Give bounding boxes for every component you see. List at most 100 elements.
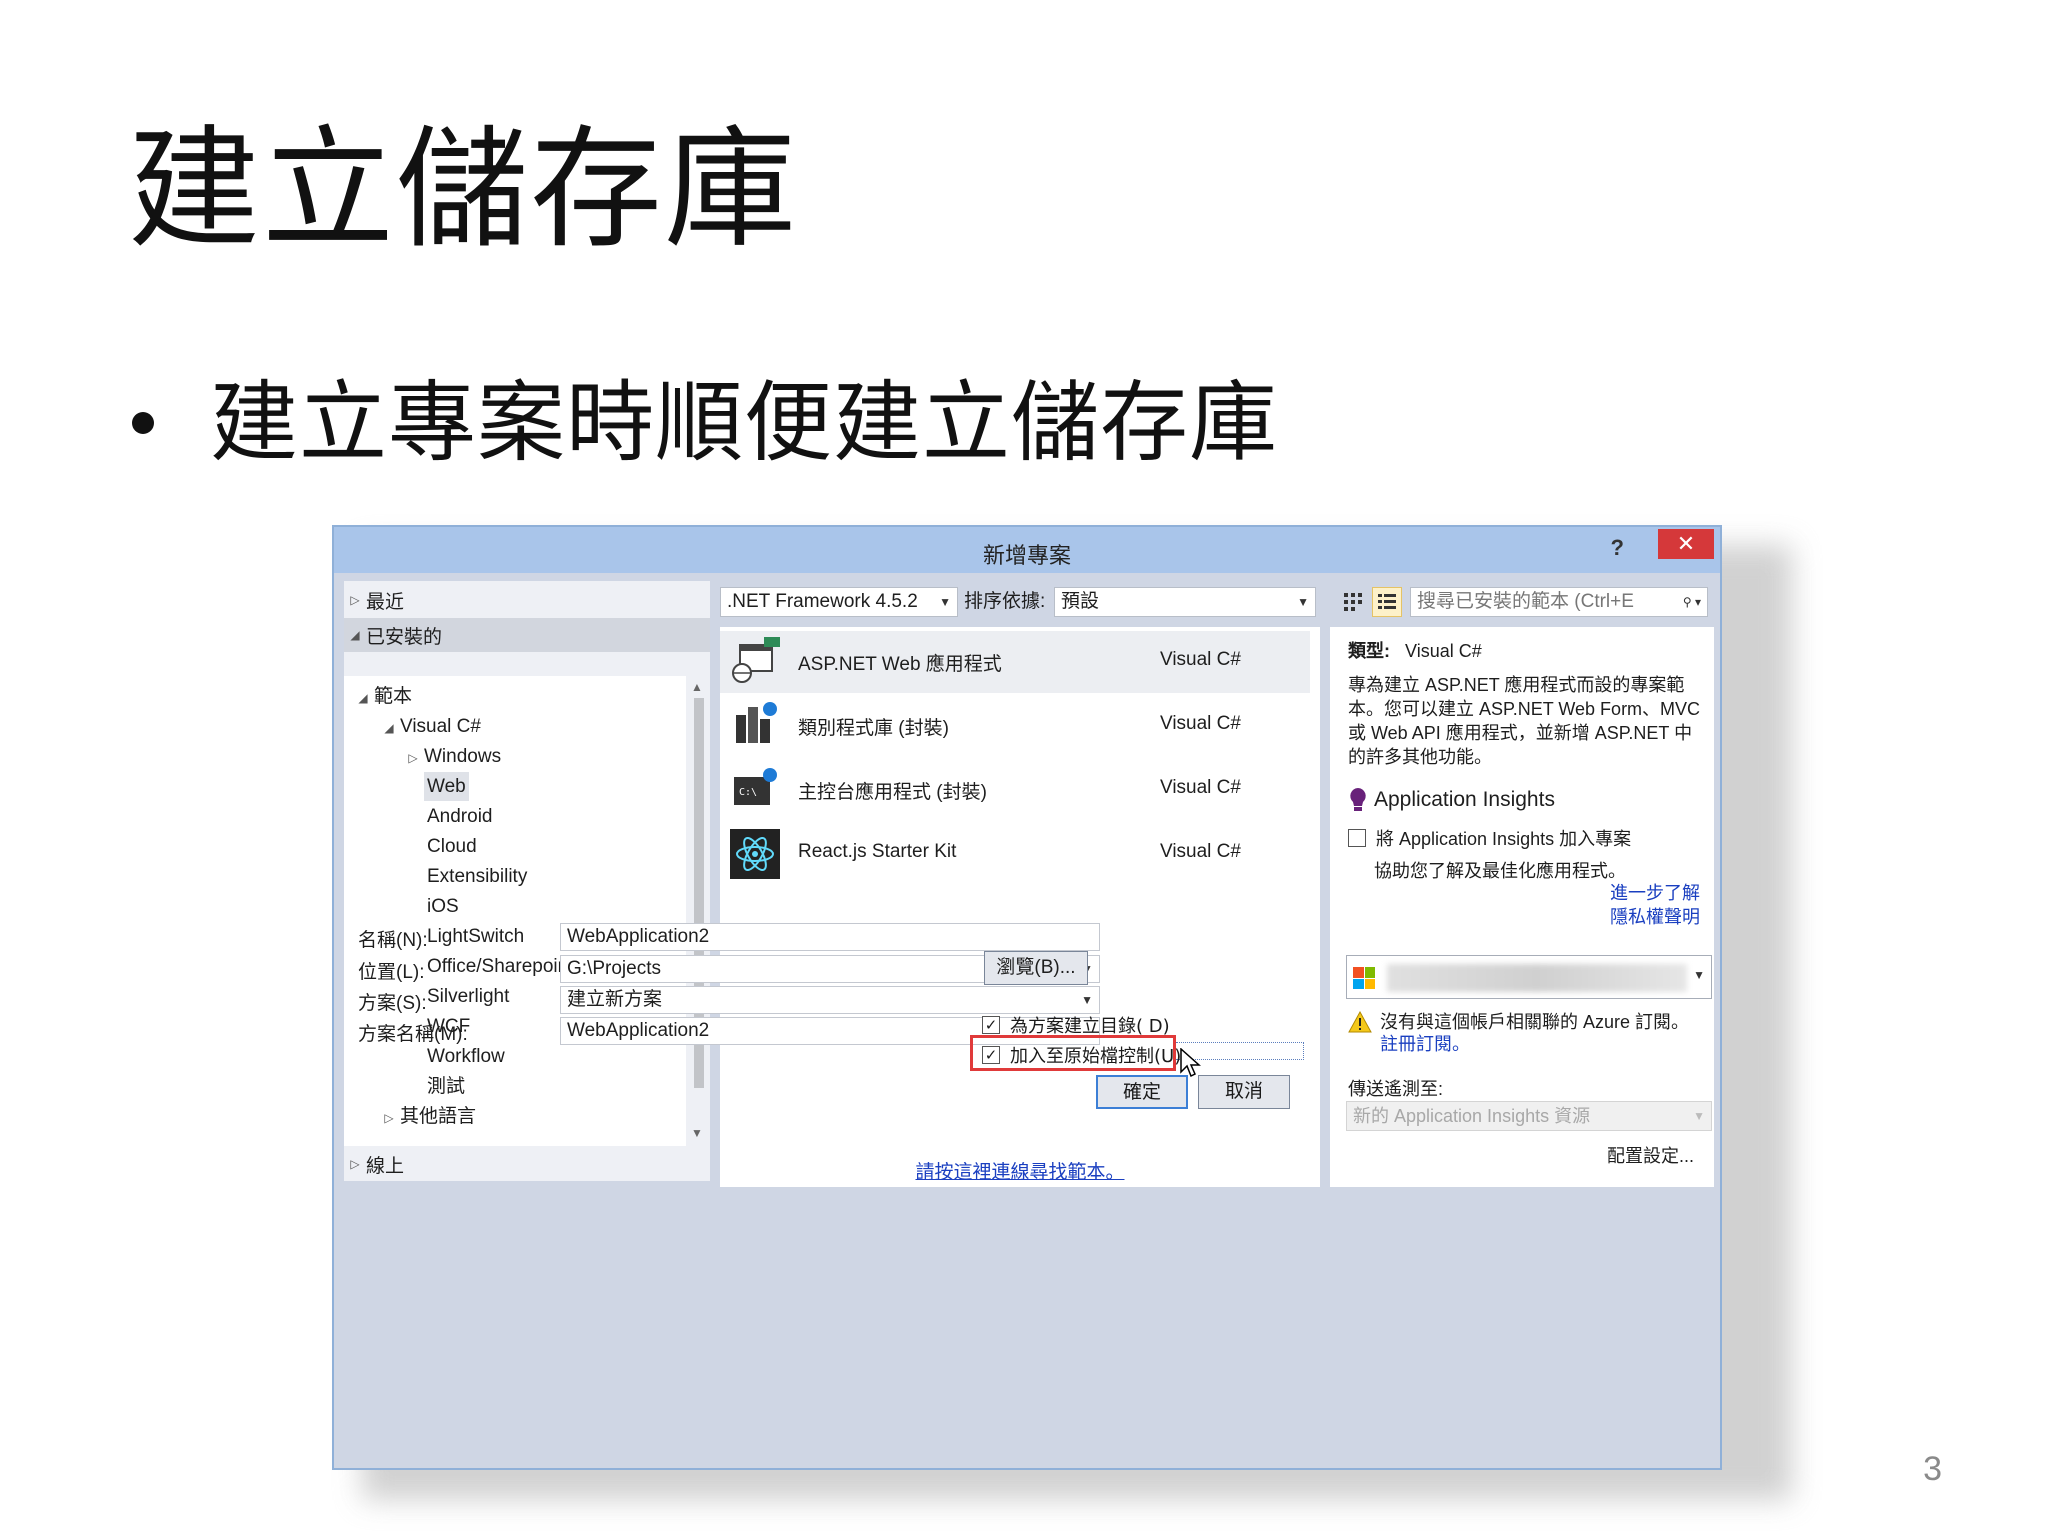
source-control-label: 加入至原始檔控制(U): [1010, 1046, 1182, 1067]
microsoft-logo-icon: [1353, 967, 1375, 989]
template-description: 專為建立 ASP.NET 應用程式而設的專案範本。您可以建立 ASP.NET W…: [1348, 675, 1701, 767]
nav-installed-label: 已安裝的: [366, 626, 443, 648]
type-value: Visual C#: [1405, 641, 1482, 661]
template-lang: Visual C#: [1160, 841, 1241, 862]
tree-item-cloud[interactable]: Cloud: [427, 832, 477, 861]
template-lang: Visual C#: [1160, 777, 1241, 798]
tree-item-android[interactable]: Android: [427, 802, 493, 831]
ai-checkbox[interactable]: [1348, 829, 1366, 847]
browse-button[interactable]: 瀏覽(B)...: [984, 951, 1088, 985]
location-label: 位置(L):: [358, 962, 425, 983]
create-directory-checkbox[interactable]: ✓: [982, 1016, 1000, 1034]
tree-item-lightswitch[interactable]: LightSwitch: [427, 922, 524, 951]
expand-icon: ▷: [384, 1111, 394, 1125]
tree-scrollbar[interactable]: ▲ ▼: [688, 676, 708, 1146]
help-button[interactable]: ?: [1611, 535, 1624, 561]
azure-warning: 沒有與這個帳戶相關聯的 Azure 訂閱。 註冊訂閱。: [1348, 1011, 1700, 1055]
expand-icon: ▷: [350, 1157, 360, 1171]
info-type: 類型: Visual C#: [1348, 637, 1482, 663]
learn-more-link[interactable]: 進一步了解: [1610, 881, 1700, 905]
template-name: React.js Starter Kit: [798, 841, 957, 862]
location-value: G:\Projects: [567, 958, 661, 979]
sort-value: 預設: [1061, 591, 1100, 612]
solution-select[interactable]: 建立新方案 ▼: [560, 986, 1100, 1014]
solution-name-label: 方案名稱(M):: [358, 1024, 468, 1045]
learn-more-links: 進一步了解 隱私權聲明: [1610, 881, 1700, 929]
template-name: 主控台應用程式 (封裝): [798, 782, 987, 803]
nav-online[interactable]: ▷ 線上: [344, 1147, 710, 1181]
tree-templates-label: 範本: [374, 686, 413, 707]
collapse-icon: ◢: [384, 721, 394, 735]
search-input[interactable]: 搜尋已安裝的範本 (Ctrl+E ⚲ ▾: [1410, 587, 1708, 617]
tree-item-web[interactable]: Web: [424, 772, 469, 801]
class-library-icon: [736, 702, 777, 743]
source-control-checkbox[interactable]: ✓: [982, 1046, 1000, 1064]
ai-title: Application Insights: [1348, 787, 1555, 813]
solution-label: 方案(S):: [358, 993, 427, 1014]
config-settings-link[interactable]: 配置設定...: [1607, 1142, 1694, 1168]
name-field[interactable]: WebApplication2: [560, 923, 1100, 951]
tree-other-languages[interactable]: ▷ 其他語言: [378, 1102, 476, 1131]
tree-item-silverlight[interactable]: Silverlight: [427, 982, 509, 1011]
tree-item-extensibility[interactable]: Extensibility: [427, 862, 527, 891]
ai-checkbox-row[interactable]: 將 Application Insights 加入專案: [1348, 825, 1631, 851]
bullet-text: 建立專案時順便建立儲存庫: [210, 371, 1279, 474]
new-project-dialog: 新增專案 ? ✕ ▷ 最近 ◢ 已安裝的 ◢ 範本 ◢ Visual C# ▷ Win…: [332, 525, 1722, 1470]
dropdown-caret-icon: ▼: [1297, 595, 1309, 609]
bullet-row: 建立專案時順便建立儲存庫: [128, 371, 1279, 474]
tree-item-workflow[interactable]: Workflow: [427, 1042, 505, 1071]
search-icon[interactable]: ⚲ ▾: [1678, 588, 1701, 616]
ok-button[interactable]: 確定: [1096, 1075, 1188, 1109]
ai-resource-value: 新的 Application Insights 資源: [1353, 1106, 1591, 1126]
dropdown-caret-icon: ▼: [1081, 993, 1093, 1007]
source-control-row[interactable]: ✓ 加入至原始檔控制(U): [982, 1042, 1181, 1068]
template-nav: ▷ 最近 ◢ 已安裝的 ◢ 範本 ◢ Visual C# ▷ Windows Web …: [344, 581, 710, 1181]
template-row[interactable]: React.js Starter Kit Visual C#: [720, 823, 1310, 885]
template-name: ASP.NET Web 應用程式: [798, 654, 1002, 675]
template-lang: Visual C#: [1160, 649, 1241, 670]
framework-value: .NET Framework 4.5.2: [727, 591, 918, 612]
bullet-dot: [132, 412, 154, 435]
search-placeholder: 搜尋已安裝的範本 (Ctrl+E: [1417, 591, 1634, 612]
ai-checkbox-label: 將 Application Insights 加入專案: [1376, 829, 1632, 849]
list-view-icon[interactable]: [1372, 587, 1402, 617]
dialog-title: 新增專案: [982, 543, 1071, 568]
sort-select[interactable]: 預設 ▼: [1054, 587, 1316, 617]
tree-item-ios[interactable]: iOS: [427, 892, 459, 921]
close-button[interactable]: ✕: [1658, 529, 1714, 559]
template-row[interactable]: C:\ 主控台應用程式 (封裝) Visual C#: [720, 759, 1310, 821]
cancel-button[interactable]: 取消: [1198, 1075, 1290, 1109]
grid-view-icon[interactable]: [1338, 587, 1368, 617]
ai-resource-select[interactable]: 新的 Application Insights 資源 ▼: [1346, 1101, 1712, 1131]
online-templates-link[interactable]: 請按這裡連線尋找範本。: [720, 1157, 1320, 1184]
tree-visual-csharp[interactable]: ◢ Visual C#: [378, 712, 481, 741]
account-select[interactable]: ▼: [1346, 955, 1712, 999]
nav-installed[interactable]: ◢ 已安裝的: [344, 618, 710, 652]
tree-other-languages-label: 其他語言: [400, 1106, 477, 1127]
dropdown-caret-icon: ▼: [939, 595, 951, 609]
tree-item-office[interactable]: Office/Sharepoint: [427, 952, 573, 981]
expand-icon: ▷: [408, 751, 418, 765]
scroll-down-icon[interactable]: ▼: [691, 1126, 703, 1140]
dropdown-caret-icon: ▼: [1693, 1109, 1705, 1123]
scroll-up-icon[interactable]: ▲: [691, 680, 703, 694]
type-label: 類型:: [1348, 641, 1390, 661]
register-link[interactable]: 註冊訂閱。: [1380, 1033, 1700, 1055]
tree-windows-label: Windows: [424, 746, 502, 767]
ai-help: 協助您了解及最佳化應用程式。: [1374, 861, 1626, 881]
framework-select[interactable]: .NET Framework 4.5.2 ▼: [720, 587, 958, 617]
template-row[interactable]: 類別程式庫 (封裝) Visual C#: [720, 695, 1310, 757]
template-tree: ◢ 範本 ◢ Visual C# ▷ Windows Web Android Clou…: [344, 676, 686, 1146]
blurred-account: [1387, 964, 1687, 992]
template-lang: Visual C#: [1160, 713, 1241, 734]
nav-recent-label: 最近: [366, 591, 405, 613]
warning-icon: [1348, 1011, 1372, 1033]
privacy-link[interactable]: 隱私權聲明: [1610, 905, 1700, 929]
tree-windows[interactable]: ▷ Windows: [402, 742, 501, 771]
template-info-panel: 類型: Visual C# 專為建立 ASP.NET 應用程式而設的專案範本。您…: [1330, 627, 1714, 1187]
nav-recent[interactable]: ▷ 最近: [344, 583, 710, 617]
template-row[interactable]: ASP.NET Web 應用程式 Visual C#: [720, 631, 1310, 693]
tree-templates[interactable]: ◢ 範本: [352, 682, 412, 711]
tree-item-test[interactable]: 測試: [427, 1072, 465, 1101]
nav-online-label: 線上: [366, 1155, 405, 1177]
